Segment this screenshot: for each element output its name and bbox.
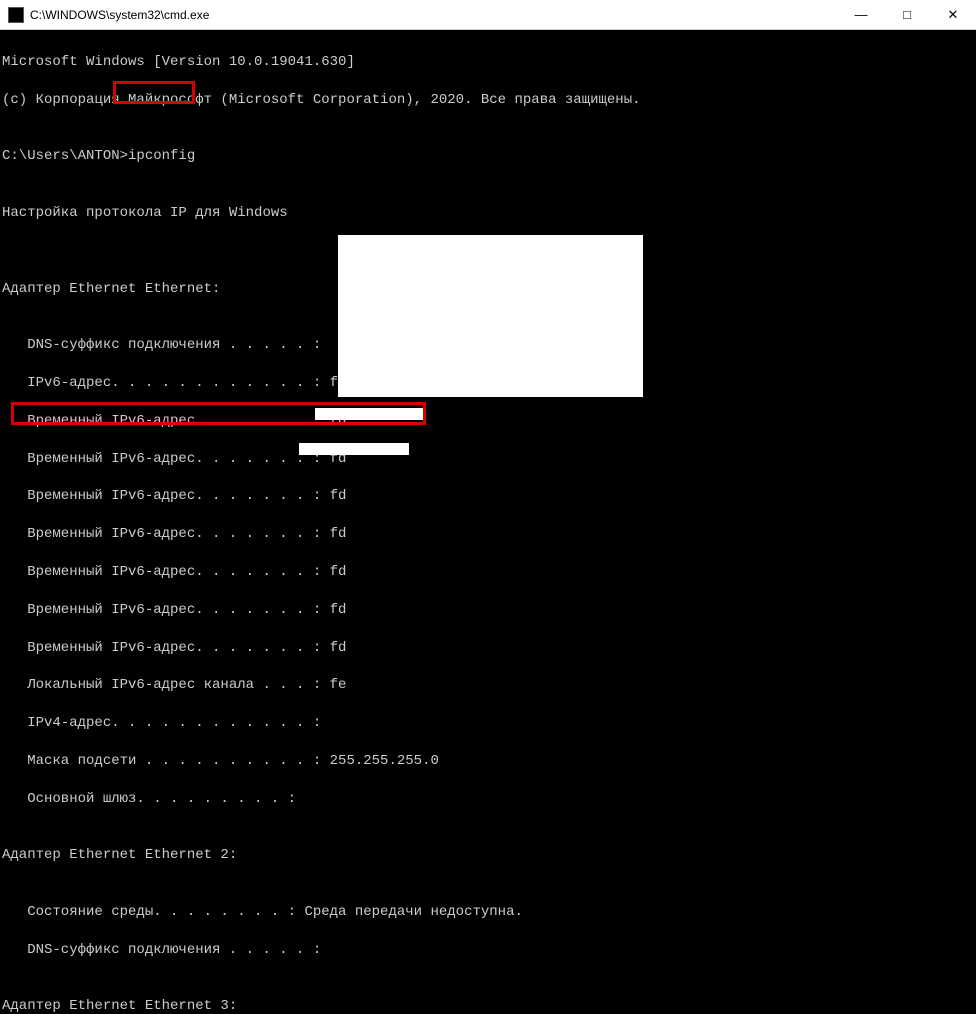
terminal-line: Временный IPv6-адрес. . . . . . . : fd [2,563,974,582]
terminal-output[interactable]: Microsoft Windows [Version 10.0.19041.63… [0,30,976,507]
terminal-line: Microsoft Windows [Version 10.0.19041.63… [2,53,974,72]
terminal-line: Основной шлюз. . . . . . . . . : [2,790,974,809]
terminal-line: Временный IPv6-адрес. . . . . . . : fd [2,412,974,431]
terminal-line: (c) Корпорация Майкрософт (Microsoft Cor… [2,91,974,110]
window-title: C:\WINDOWS\system32\cmd.exe [30,8,838,22]
terminal-line: Временный IPv6-адрес. . . . . . . : fd [2,525,974,544]
titlebar[interactable]: C:\WINDOWS\system32\cmd.exe — □ ✕ [0,0,976,30]
terminal-line: Временный IPv6-адрес. . . . . . . : fd [2,450,974,469]
terminal-line: IPv6-адрес. . . . . . . . . . . . : fd [2,374,974,393]
terminal-line: DNS-суффикс подключения . . . . . : [2,941,974,960]
window-controls: — □ ✕ [838,0,976,29]
adapter-header: Адаптер Ethernet Ethernet: [2,280,974,299]
terminal-line: Настройка протокола IP для Windows [2,204,974,223]
ipv4-line: IPv4-адрес. . . . . . . . . . . . : [2,714,974,733]
terminal-line: DNS-суффикс подключения . . . . . : [2,336,974,355]
minimize-button[interactable]: — [838,0,884,29]
cmd-icon [8,7,24,23]
adapter-header: Адаптер Ethernet Ethernet 3: [2,997,974,1014]
maximize-button[interactable]: □ [884,0,930,29]
adapter-header: Адаптер Ethernet Ethernet 2: [2,846,974,865]
terminal-line: Временный IPv6-адрес. . . . . . . : fd [2,487,974,506]
prompt-line: C:\Users\ANTON>ipconfig [2,147,974,166]
terminal-line: Локальный IPv6-адрес канала . . . : fe [2,676,974,695]
close-button[interactable]: ✕ [930,0,976,29]
terminal-line: Маска подсети . . . . . . . . . . : 255.… [2,752,974,771]
terminal-line: Временный IPv6-адрес. . . . . . . : fd [2,639,974,658]
redaction-block [338,235,643,397]
terminal-line: Состояние среды. . . . . . . . : Среда п… [2,903,974,922]
terminal-line: Временный IPv6-адрес. . . . . . . : fd [2,601,974,620]
